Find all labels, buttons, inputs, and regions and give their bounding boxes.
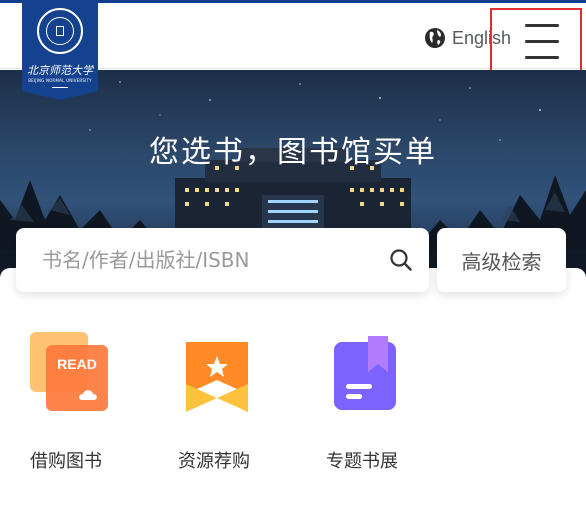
service-label: 专题书展 [326,451,398,472]
logo-chinese-name: 北京师范大学 [27,64,93,77]
logo-english-name: BEIJING NORMAL UNIVERSITY [28,78,92,83]
service-label: 借购图书 [30,451,102,472]
university-seal-icon [37,8,83,54]
read-card-icon: READ [30,332,108,411]
globe-icon [425,28,445,48]
logo-divider [52,87,68,88]
advanced-search-button[interactable]: 高级检索 [437,228,566,292]
service-grid: READ 借购图书 资源荐购 专题书展 [0,292,586,514]
service-item-resource-recommend[interactable]: 资源荐购 [178,292,298,472]
university-logo[interactable]: 北京师范大学 BEIJING NORMAL UNIVERSITY [22,0,98,100]
hamburger-menu-icon [525,24,559,27]
service-label: 资源荐购 [178,451,250,472]
service-item-book-exhibition[interactable]: 专题书展 [326,292,446,472]
search-icon[interactable] [389,248,413,272]
hero-title: 您选书，图书馆买单 [149,135,437,170]
bookmark-book-icon [334,336,396,410]
service-item-borrow-books[interactable]: READ 借购图书 [30,292,150,472]
star-ribbon-icon [186,342,248,412]
menu-button[interactable] [490,8,582,72]
search-bar[interactable] [16,228,429,292]
hamburger-menu-icon-bar [525,40,559,43]
hamburger-menu-icon-bar [525,56,559,59]
read-badge-text: READ [57,356,97,372]
search-input[interactable] [42,248,372,272]
